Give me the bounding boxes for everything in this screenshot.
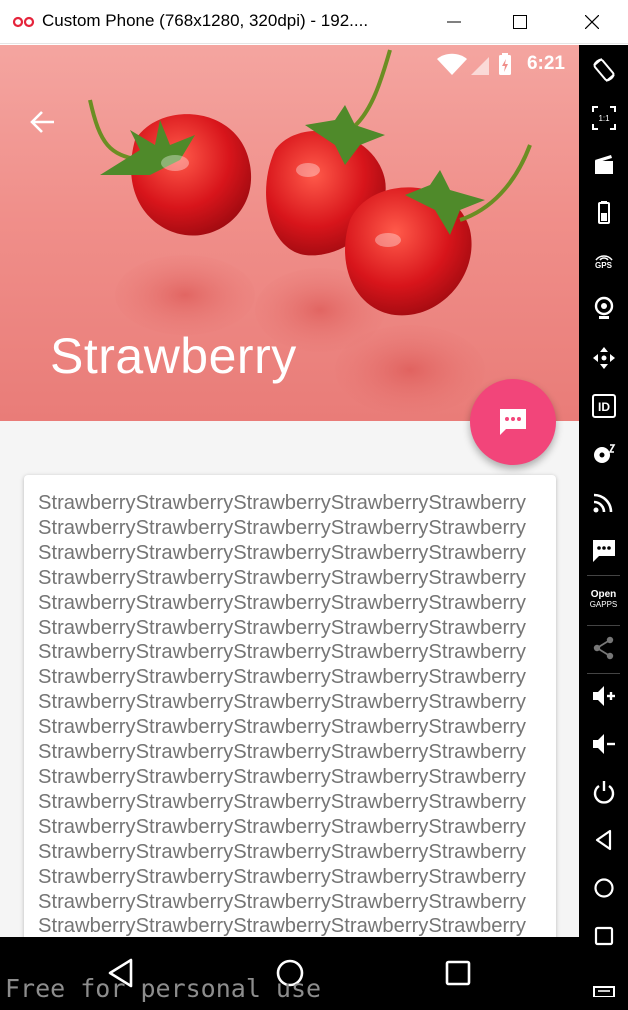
body-text-line: StrawberryStrawberryStrawberryStrawberry… [38, 541, 526, 564]
minimize-button[interactable] [432, 0, 476, 44]
dpad-icon [592, 347, 615, 369]
battery-button[interactable] [579, 189, 628, 235]
power-icon [593, 781, 614, 804]
home-icon [593, 878, 614, 898]
volume-up-icon [592, 686, 615, 706]
open-gapps-button[interactable]: Open GAPPS [579, 577, 628, 623]
pixel-perfect-button[interactable]: 1:1 [579, 95, 628, 141]
camera-button[interactable] [579, 285, 628, 331]
rotate-icon [592, 58, 615, 82]
close-button[interactable] [570, 0, 614, 44]
status-icons [437, 53, 511, 75]
android-home-button[interactable] [579, 865, 628, 911]
collapsing-toolbar-header: 6:21 Strawberry [0, 45, 579, 421]
window-title: Custom Phone (768x1280, 320dpi) - 192...… [42, 11, 369, 30]
body-text: StrawberryStrawberryStrawberryStrawberry… [38, 491, 556, 937]
nav-recents-button[interactable] [436, 951, 480, 995]
rotate-button[interactable] [579, 47, 628, 93]
disk-button[interactable] [579, 431, 628, 477]
body-text-line: StrawberryStrawberryStrawberryStrawberry… [38, 641, 526, 664]
sms-button[interactable] [579, 527, 628, 573]
content-card: StrawberryStrawberryStrawberryStrawberry… [24, 475, 556, 937]
volume-down-button[interactable] [579, 721, 628, 767]
pixel-ratio-icon: 1:1 [591, 106, 616, 130]
android-menu-button[interactable] [579, 961, 628, 1007]
gps-button[interactable]: GPS [579, 237, 628, 283]
body-text-line: StrawberryStrawberryStrawberryStrawberry… [38, 765, 526, 788]
body-text-line: StrawberryStrawberryStrawberryStrawberry… [38, 865, 526, 888]
battery-charging-icon [499, 53, 511, 75]
share-button[interactable] [579, 625, 628, 671]
back-icon [595, 829, 611, 851]
svg-text:1:1: 1:1 [598, 114, 610, 123]
power-button[interactable] [579, 769, 628, 815]
emulator-toolbar: 1:1 GPS ID Open GAPPS [579, 45, 628, 1010]
body-text-line: StrawberryStrawberryStrawberryStrawberry… [38, 815, 526, 838]
message-fab[interactable] [470, 379, 556, 465]
volume-up-button[interactable] [579, 673, 628, 719]
dpad-button[interactable] [579, 335, 628, 381]
wifi-icon [437, 53, 467, 75]
screen-record-button[interactable] [579, 141, 628, 187]
body-text-line: StrawberryStrawberryStrawberryStrawberry… [38, 566, 526, 589]
body-text-line: StrawberryStrawberryStrawberryStrawberry… [38, 890, 526, 913]
status-time: 6:21 [526, 53, 565, 74]
body-text-line: StrawberryStrawberryStrawberryStrawberry… [38, 915, 526, 937]
chat-icon [500, 409, 526, 435]
close-icon [585, 15, 599, 29]
body-text-line: StrawberryStrawberryStrawberryStrawberry… [38, 691, 526, 714]
square-recents-icon [445, 960, 471, 986]
body-text-line: StrawberryStrawberryStrawberryStrawberry… [38, 741, 526, 764]
battery-icon [597, 201, 610, 224]
body-text-line: StrawberryStrawberryStrawberryStrawberry… [38, 492, 526, 514]
svg-text:ID: ID [598, 400, 610, 414]
menu-icon [592, 986, 615, 997]
toolbar-divider [587, 575, 620, 576]
android-recents-button[interactable] [579, 913, 628, 959]
body-text-line: StrawberryStrawberryStrawberryStrawberry… [38, 616, 526, 639]
status-bar: 6:21 [0, 45, 579, 81]
cast-icon [593, 493, 612, 513]
window-titlebar: Custom Phone (768x1280, 320dpi) - 192...… [0, 0, 628, 44]
sms-icon [592, 540, 615, 562]
volume-down-icon [592, 734, 615, 754]
device-id-icon: ID [591, 394, 616, 418]
share-icon [593, 636, 613, 660]
body-text-line: StrawberryStrawberryStrawberryStrawberry… [38, 591, 526, 614]
signal-icon [471, 57, 489, 75]
screen-record-icon [594, 155, 613, 174]
body-text-line: StrawberryStrawberryStrawberryStrawberry… [38, 840, 526, 863]
body-text-line: StrawberryStrawberryStrawberryStrawberry… [38, 716, 526, 739]
arrow-left-icon [30, 111, 54, 133]
camera-icon [594, 296, 613, 319]
body-text-line: StrawberryStrawberryStrawberryStrawberry… [38, 666, 526, 689]
body-text-line: StrawberryStrawberryStrawberryStrawberry… [38, 790, 526, 813]
android-back-button[interactable] [579, 817, 628, 863]
gps-icon: GPS [594, 251, 614, 270]
recents-icon [594, 926, 613, 946]
device-id-button[interactable]: ID [579, 383, 628, 429]
watermark-text: Free for personal use [5, 974, 322, 1003]
cast-button[interactable] [579, 479, 628, 525]
open-gapps-icon: Open GAPPS [589, 589, 618, 610]
device-screen: 6:21 Strawberry StrawberryStrawberryStra… [0, 45, 579, 937]
disk-icon [593, 444, 615, 463]
toolbar-title: Strawberry [50, 328, 297, 384]
maximize-icon [513, 15, 527, 29]
back-arrow-button[interactable] [26, 105, 60, 139]
minimize-icon [447, 21, 461, 23]
maximize-button[interactable] [498, 0, 542, 44]
body-text-line: StrawberryStrawberryStrawberryStrawberry… [38, 516, 526, 539]
genymotion-logo-icon [12, 16, 35, 28]
